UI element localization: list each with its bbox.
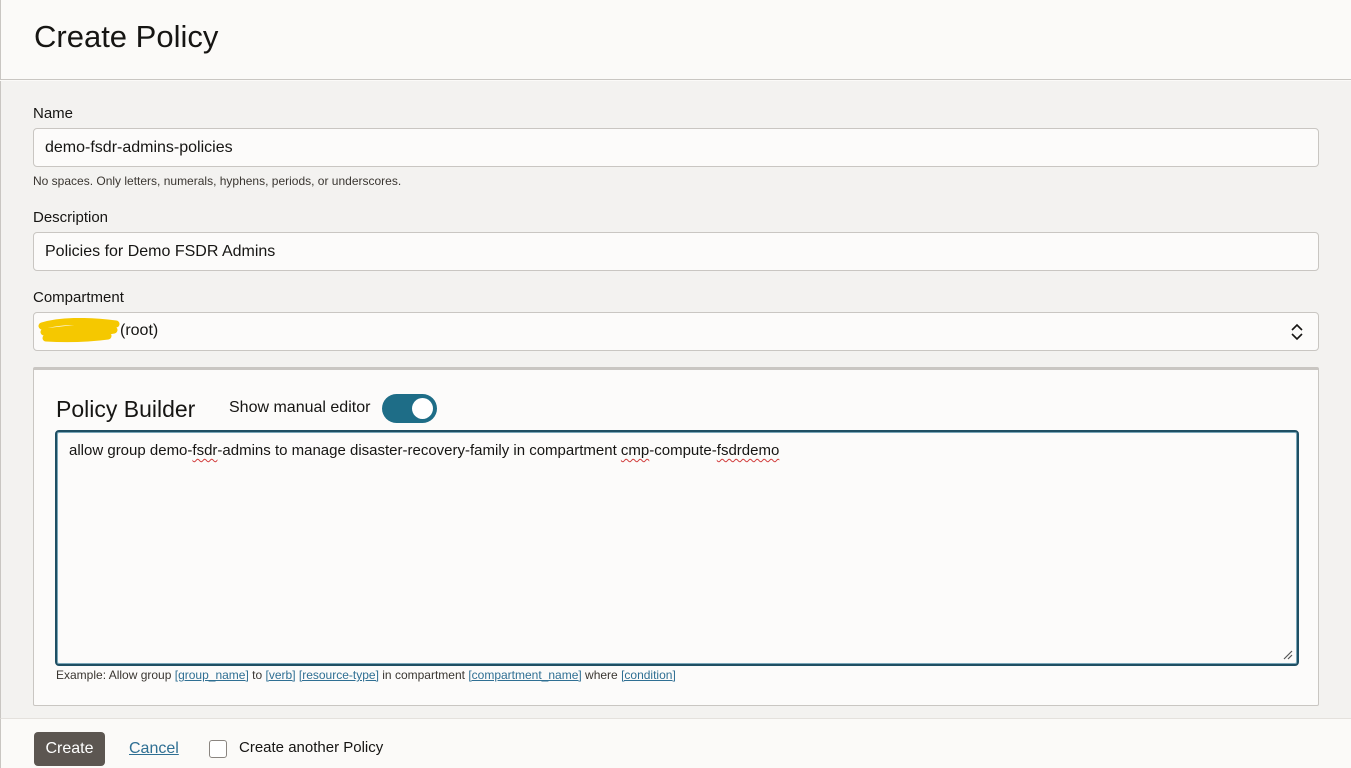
manual-editor-toggle[interactable]	[382, 394, 437, 423]
panel-header: Create Policy	[0, 0, 1351, 80]
create-button[interactable]: Create	[34, 732, 105, 766]
policy-builder: Policy Builder Show manual editor allow …	[33, 367, 1319, 706]
toggle-knob	[412, 398, 433, 419]
footer-actions: Create Cancel Create another Policy	[0, 718, 1351, 768]
example-verb-link[interactable]: [verb]	[266, 668, 296, 682]
create-another-label[interactable]: Create another Policy	[239, 739, 383, 756]
example-group-name-link[interactable]: [group_name]	[175, 668, 249, 682]
compartment-label: Compartment	[33, 289, 124, 306]
name-label: Name	[33, 105, 74, 122]
name-hint: No spaces. Only letters, numerals, hyphe…	[33, 174, 402, 188]
resize-grip-icon[interactable]	[1281, 648, 1293, 660]
name-input[interactable]: demo-fsdr-admins-policies	[33, 128, 1319, 167]
policy-statement-editor[interactable]: allow group demo-fsdr-admins to manage d…	[55, 430, 1299, 666]
description-input[interactable]: Policies for Demo FSDR Admins	[33, 232, 1319, 271]
page-title: Create Policy	[34, 19, 219, 54]
create-another-checkbox[interactable]	[209, 740, 227, 758]
description-label: Description	[33, 209, 109, 226]
compartment-select[interactable]: (root)	[33, 312, 1319, 351]
example-condition-link[interactable]: [condition]	[621, 668, 676, 682]
compartment-selected-value: (root)	[120, 322, 159, 339]
example-resource-type-link[interactable]: [resource-type]	[299, 668, 379, 682]
chevron-up-down-icon	[1291, 323, 1303, 341]
example-compartment-name-link[interactable]: [compartment_name]	[468, 668, 581, 682]
cancel-link[interactable]: Cancel	[129, 740, 179, 758]
manual-editor-toggle-label: Show manual editor	[229, 399, 371, 416]
redaction-mark	[38, 318, 120, 343]
policy-builder-title: Policy Builder	[56, 396, 196, 422]
policy-example: Example: Allow group [group_name] to [ve…	[56, 668, 676, 682]
policy-statement-text: allow group demo-fsdr-admins to manage d…	[69, 442, 780, 459]
